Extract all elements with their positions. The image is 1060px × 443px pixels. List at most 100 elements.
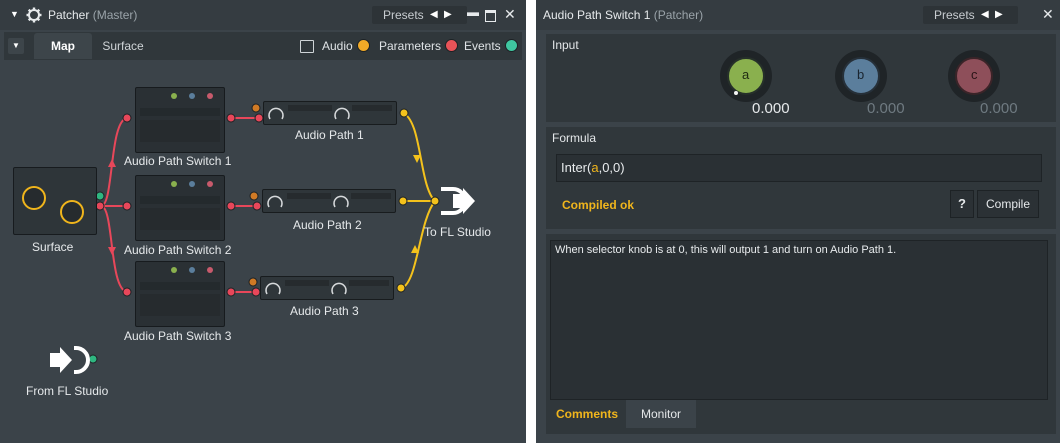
switch-title-text: Audio Path Switch 1 <box>543 8 651 22</box>
switch3-label: Audio Path Switch 3 <box>124 329 232 343</box>
to-fl-in-port[interactable] <box>430 196 440 206</box>
maximize-icon[interactable] <box>485 10 496 22</box>
legend-parameters-label: Parameters <box>379 39 442 53</box>
legend-events[interactable]: Events <box>464 39 518 53</box>
input-section: Input 0.000 a 0.000 b 0.000 c <box>546 34 1056 122</box>
to-fl-label: To FL Studio <box>424 225 491 239</box>
next-preset-icon[interactable]: ▶ <box>444 6 452 24</box>
switch1-preview-icon <box>140 93 220 142</box>
surface-node[interactable] <box>13 167 97 235</box>
switch-subtitle: (Patcher) <box>653 8 704 22</box>
switch-presets-button[interactable]: Presets ◀ ▶ <box>923 6 1018 24</box>
switch-next-preset-icon[interactable]: ▶ <box>995 6 1003 24</box>
switch-close-icon[interactable]: ✕ <box>1042 6 1054 23</box>
switch2-in-port[interactable] <box>122 201 132 211</box>
switch2-out-port[interactable] <box>226 201 236 211</box>
prev-preset-icon[interactable]: ◀ <box>430 6 438 24</box>
path1-out-port[interactable] <box>399 108 409 118</box>
switch3-out-port[interactable] <box>226 287 236 297</box>
audio-dot-icon <box>356 39 370 52</box>
input-label: Input <box>552 38 579 52</box>
switch1-out-port[interactable] <box>226 113 236 123</box>
path1-audio-in-port[interactable] <box>251 103 261 113</box>
switch-titlebar[interactable]: Audio Path Switch 1 (Patcher) Presets ◀ … <box>536 0 1060 30</box>
knob-a-label: a <box>742 67 750 82</box>
switch-prev-preset-icon[interactable]: ◀ <box>981 6 989 24</box>
legend-audio-label: Audio <box>322 39 353 53</box>
from-fl-event-port[interactable] <box>88 354 98 364</box>
switch2-preview-icon <box>140 181 220 230</box>
tab-comments[interactable]: Comments <box>548 400 626 428</box>
knob-c-label: c <box>971 67 978 82</box>
display-icon[interactable] <box>300 40 314 53</box>
to-fl-studio-icon[interactable] <box>439 185 479 217</box>
surface-event-port[interactable] <box>95 191 105 201</box>
path2-node[interactable] <box>262 189 396 213</box>
patcher-titlebar[interactable]: ▼ Patcher (Master) Presets ◀ ▶ ▬ ✕ <box>0 0 526 30</box>
surface-param-port[interactable] <box>95 201 105 211</box>
path3-label: Audio Path 3 <box>290 304 359 318</box>
audio-arrow-down <box>413 155 421 163</box>
switch1-label: Audio Path Switch 1 <box>124 154 232 168</box>
legend-audio[interactable]: Audio <box>322 39 370 53</box>
events-dot-icon <box>504 39 518 52</box>
path1-node[interactable] <box>263 101 397 125</box>
tab-monitor[interactable]: Monitor <box>626 400 696 428</box>
switch1-in-port[interactable] <box>122 113 132 123</box>
path3-node[interactable] <box>260 276 394 300</box>
switch-window: Audio Path Switch 1 (Patcher) Presets ◀ … <box>536 0 1060 443</box>
patcher-window: ▼ Patcher (Master) Presets ◀ ▶ ▬ ✕ ▼ Map… <box>0 0 526 443</box>
presets-button[interactable]: Presets ◀ ▶ <box>372 6 467 24</box>
path3-audio-in-port[interactable] <box>248 277 258 287</box>
close-icon[interactable]: ✕ <box>504 6 516 23</box>
switch3-node[interactable] <box>135 261 225 327</box>
path1-label: Audio Path 1 <box>295 128 364 142</box>
from-fl-studio-icon[interactable] <box>50 344 90 376</box>
formula-label: Formula <box>552 131 597 145</box>
chevron-down-icon[interactable]: ▼ <box>10 9 19 19</box>
formula-prefix: Inter( <box>561 160 592 175</box>
comment-text: When selector knob is at 0, this will ou… <box>555 244 897 256</box>
switch3-preview-icon <box>140 267 220 316</box>
switch3-in-port[interactable] <box>122 287 132 297</box>
patcher-map-canvas[interactable]: Surface Audio Path Switch 1 Audio Path S… <box>4 61 516 437</box>
path3-param-port[interactable] <box>251 287 261 297</box>
switch1-node[interactable] <box>135 87 225 153</box>
comments-textarea[interactable]: When selector knob is at 0, this will ou… <box>550 240 1048 400</box>
path2-out-port[interactable] <box>398 196 408 206</box>
path2-audio-in-port[interactable] <box>249 191 259 201</box>
help-button[interactable]: ? <box>950 190 974 218</box>
surface-node-label: Surface <box>32 240 74 254</box>
comments-section: When selector knob is at 0, this will ou… <box>546 234 1056 434</box>
knob-b-label: b <box>857 67 865 82</box>
cable-audio-3 <box>401 200 436 289</box>
surface-knobs-icon <box>22 186 84 224</box>
patch-cables <box>88 103 440 364</box>
legend-parameters[interactable]: Parameters <box>379 39 459 53</box>
path1-param-port[interactable] <box>254 113 264 123</box>
path2-param-port[interactable] <box>252 201 262 211</box>
menu-dropdown-icon[interactable]: ▼ <box>8 38 24 54</box>
tab-map[interactable]: Map <box>34 33 92 59</box>
window-subtitle: (Master) <box>92 8 138 22</box>
knob-a-value: 0.000 <box>752 100 790 117</box>
parameters-dot-icon <box>445 39 459 52</box>
knob-b-value: 0.000 <box>867 100 905 117</box>
patcher-tabbar: ▼ Map Surface Audio Parameters Events <box>4 32 522 60</box>
compile-button[interactable]: Compile <box>977 190 1039 218</box>
switch2-node[interactable] <box>135 175 225 241</box>
path3-out-port[interactable] <box>396 283 406 293</box>
legend-events-label: Events <box>464 39 501 53</box>
gear-icon <box>26 7 42 23</box>
compile-status: Compiled ok <box>562 198 635 212</box>
window-title-text: Patcher <box>48 8 90 22</box>
formula-input[interactable]: Inter(a,0,0) <box>556 154 1042 182</box>
minimize-icon[interactable]: ▬ <box>467 5 479 19</box>
switch-window-title: Audio Path Switch 1 (Patcher) <box>543 8 703 22</box>
from-fl-label: From FL Studio <box>26 384 109 398</box>
tab-surface[interactable]: Surface <box>94 33 152 59</box>
path3-knobs-icon <box>265 280 389 295</box>
formula-suffix: ,0,0) <box>598 160 625 175</box>
knob-c-value: 0.000 <box>980 100 1018 117</box>
switch-presets-label: Presets <box>934 8 975 22</box>
